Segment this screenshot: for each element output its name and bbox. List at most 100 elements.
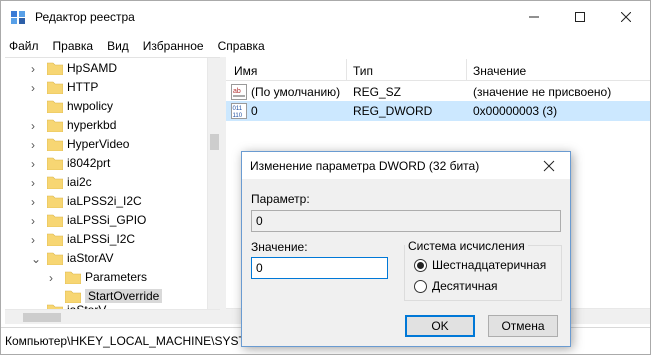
title-bar: Редактор реестра	[1, 1, 650, 33]
key-tree[interactable]: › HpSAMD › HTTP hwpolicy › hyperkbd › Hy…	[5, 57, 220, 324]
folder-icon	[47, 119, 63, 132]
tree-item[interactable]: › Parameters	[5, 267, 205, 287]
tree-item-label: iaStorAV	[67, 251, 114, 265]
tree-item[interactable]: › iai2c	[5, 172, 205, 192]
tree-item-label: iaLPSS2i_I2C	[67, 194, 142, 208]
svg-text:ab: ab	[233, 88, 241, 95]
column-separator[interactable]	[466, 59, 467, 81]
radio-hexadecimal-label[interactable]: Шестнадцатеричная	[432, 258, 546, 272]
dialog-title-bar: Изменение параметра DWORD (32 бита)	[242, 152, 570, 179]
minimize-icon	[529, 16, 539, 18]
expand-chevron-icon[interactable]: ›	[31, 81, 41, 95]
folder-icon	[65, 271, 81, 284]
list-row[interactable]: ab (По умолчанию) REG_SZ (значение не пр…	[226, 82, 650, 102]
expand-chevron-icon	[49, 290, 59, 300]
expand-chevron-icon[interactable]: ›	[31, 119, 41, 133]
dialog-title: Изменение параметра DWORD (32 бита)	[250, 159, 480, 173]
expand-chevron-icon[interactable]: ›	[31, 233, 41, 247]
value-name: 0	[251, 104, 258, 118]
tree-item-label: HpSAMD	[67, 61, 118, 75]
folder-icon	[47, 138, 63, 151]
tree-item-label: iaLPSSi_GPIO	[67, 213, 147, 227]
expand-chevron-icon[interactable]: ›	[31, 62, 41, 76]
cancel-button[interactable]: Отмена	[488, 315, 558, 337]
expand-chevron-icon[interactable]: ›	[49, 271, 59, 285]
tree-item[interactable]: ⌄ iaStorAV	[5, 248, 205, 268]
regedit-app-icon	[11, 11, 25, 24]
scroll-thumb[interactable]	[210, 134, 219, 150]
list-header: Имя Тип Значение	[226, 59, 650, 81]
value-data: (значение не присвоено)	[473, 85, 612, 99]
ok-button[interactable]: OK	[405, 315, 475, 337]
value-data-input[interactable]: 0	[251, 257, 388, 279]
menu-file[interactable]: Файл	[1, 37, 46, 57]
tree-item[interactable]: › hyperkbd	[5, 115, 205, 135]
maximize-button[interactable]	[557, 1, 603, 33]
value-label: Значение:	[251, 240, 308, 254]
list-row-selected[interactable]: 011 110 0 REG_DWORD 0x00000003 (3)	[226, 101, 650, 121]
column-separator[interactable]	[346, 59, 347, 81]
tree-item-label: HyperVideo	[67, 137, 130, 151]
close-button[interactable]	[603, 1, 649, 33]
tree-item[interactable]: › HyperVideo	[5, 134, 205, 154]
tree-item-label: iai2c	[67, 175, 92, 189]
tree-item-label: iaLPSSi_I2C	[67, 232, 136, 246]
tree-item[interactable]: › iaLPSSi_GPIO	[5, 210, 205, 230]
registry-editor-window: Редактор реестра Файл Правка Вид Избранн…	[0, 0, 651, 355]
collapse-chevron-icon[interactable]: ⌄	[31, 252, 41, 266]
tree-item[interactable]: › HpSAMD	[5, 58, 205, 78]
value-type: REG_DWORD	[353, 104, 433, 118]
menu-bar: Файл Правка Вид Избранное Справка	[1, 37, 272, 57]
column-header-value[interactable]: Значение	[473, 64, 526, 78]
menu-favorites[interactable]: Избранное	[136, 37, 211, 57]
tree-item-label: i8042prt	[67, 156, 111, 170]
window-title: Редактор реестра	[35, 10, 135, 24]
tree-item[interactable]: › HTTP	[5, 77, 205, 97]
scroll-thumb[interactable]	[23, 313, 61, 322]
tree-item-label: Parameters	[85, 270, 148, 284]
folder-open-icon	[47, 252, 63, 265]
menu-help[interactable]: Справка	[211, 37, 272, 57]
expand-chevron-icon[interactable]: ›	[31, 214, 41, 228]
value-name: (По умолчанию)	[251, 85, 341, 99]
close-icon	[621, 12, 631, 22]
svg-text:110: 110	[233, 113, 243, 119]
expand-chevron-icon[interactable]: ›	[31, 138, 41, 152]
parameter-label: Параметр:	[251, 192, 310, 206]
folder-icon	[47, 214, 63, 227]
value-type: REG_SZ	[353, 85, 402, 99]
menu-edit[interactable]: Правка	[46, 37, 101, 57]
expand-chevron-icon[interactable]: ›	[31, 195, 41, 209]
tree-item[interactable]: › iaLPSSi_I2C	[5, 229, 205, 249]
parameter-name-field: 0	[251, 210, 561, 232]
radio-decimal-label[interactable]: Десятичная	[432, 279, 498, 293]
expand-chevron-icon[interactable]: ›	[31, 157, 41, 171]
value-data: 0x00000003 (3)	[473, 104, 558, 118]
expand-chevron-icon[interactable]: ›	[31, 176, 41, 190]
tree-item-label: hyperkbd	[67, 118, 117, 132]
binary-value-icon: 011 110	[231, 103, 247, 119]
folder-icon	[47, 195, 63, 208]
tree-item-label: HTTP	[67, 80, 99, 94]
folder-icon	[47, 100, 63, 113]
menu-view[interactable]: Вид	[100, 37, 136, 57]
maximize-icon	[575, 12, 585, 22]
tree-horizontal-scrollbar[interactable]	[5, 309, 220, 324]
folder-icon	[47, 233, 63, 246]
folder-icon	[47, 176, 63, 189]
close-icon[interactable]	[542, 159, 556, 173]
radio-decimal[interactable]	[414, 280, 427, 293]
tree-item[interactable]: hwpolicy	[5, 96, 205, 116]
column-header-type[interactable]: Тип	[353, 64, 373, 78]
minimize-button[interactable]	[511, 1, 557, 33]
tree-item-label: hwpolicy	[67, 99, 114, 113]
radio-hexadecimal[interactable]	[414, 259, 427, 272]
folder-icon	[47, 62, 63, 75]
tree-vertical-scrollbar[interactable]	[207, 58, 220, 309]
folder-icon	[47, 81, 63, 94]
tree-item[interactable]: › i8042prt	[5, 153, 205, 173]
string-value-icon: ab	[231, 84, 247, 100]
column-header-name[interactable]: Имя	[234, 64, 257, 78]
tree-item[interactable]: › iaLPSS2i_I2C	[5, 191, 205, 211]
expand-chevron-icon[interactable]	[31, 100, 41, 110]
